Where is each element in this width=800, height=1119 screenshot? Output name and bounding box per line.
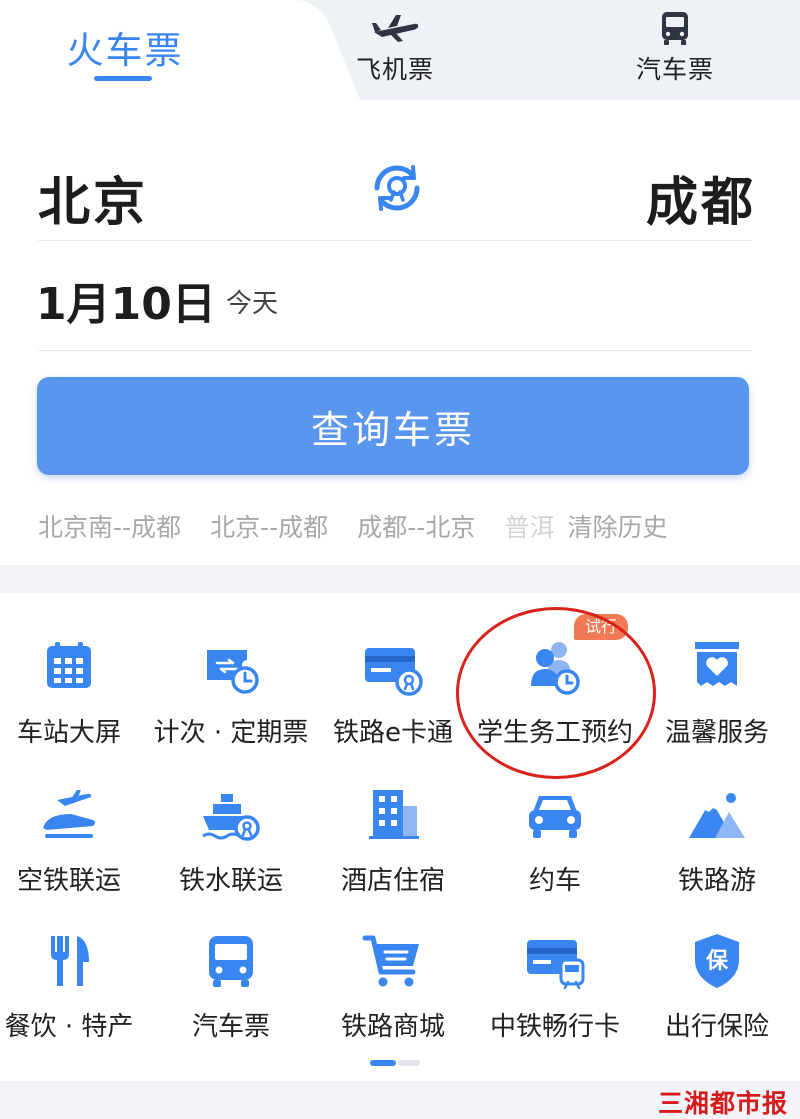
service-label: 约车	[528, 866, 581, 896]
service-car-hailing[interactable]: 约车	[475, 784, 635, 914]
tab-plane-ticket[interactable]: 飞机票	[330, 0, 460, 100]
service-rail-tour[interactable]: 铁路游	[637, 784, 797, 914]
service-label: 计次 · 定期票	[153, 718, 309, 748]
hotel-icon	[369, 790, 419, 839]
watermark-logo: 三湘都市报	[657, 1089, 788, 1118]
ticket-clock-icon	[207, 650, 259, 694]
shield-icon: 保	[695, 934, 739, 988]
ticket-type-tabbar: 火车票 飞机票 汽车票	[0, 0, 800, 100]
service-label: 餐饮 · 特产	[4, 1012, 134, 1042]
service-label: 车站大屏	[16, 718, 121, 748]
tab-bus-label: 汽车票	[635, 55, 714, 84]
ship-icon	[202, 794, 260, 841]
cart-icon	[362, 935, 419, 987]
page-dot-active	[370, 1060, 396, 1066]
active-tab-underline	[94, 76, 152, 81]
history-item[interactable]: 北京南--成都	[38, 513, 181, 542]
card-train-icon	[527, 940, 585, 990]
service-label: 空铁联运	[16, 866, 121, 896]
clear-history-button[interactable]: 清除历史	[568, 513, 668, 542]
service-label: 汽车票	[191, 1012, 270, 1042]
date-today-note: 今天	[226, 289, 279, 319]
grid-page-indicator	[370, 1060, 422, 1066]
plane-train-icon	[43, 790, 95, 838]
service-label: 中铁畅行卡	[489, 1012, 620, 1042]
fork-knife-icon	[51, 936, 89, 986]
section-gap	[0, 565, 800, 593]
service-periodic-ticket[interactable]: 计次 · 定期票	[151, 636, 311, 766]
service-rail-mall[interactable]: 铁路商城	[313, 930, 473, 1060]
service-hotel[interactable]: 酒店住宿	[313, 784, 473, 914]
swap-stations-icon[interactable]	[367, 158, 427, 218]
page-dot	[398, 1060, 420, 1066]
service-station-screen[interactable]: 车站大屏	[0, 636, 149, 766]
service-dining[interactable]: 餐饮 · 特产	[0, 930, 149, 1060]
service-air-rail[interactable]: 空铁联运	[0, 784, 149, 914]
divider	[38, 350, 752, 351]
history-item[interactable]: 成都--北京	[357, 513, 475, 542]
service-label: 铁路商城	[340, 1012, 445, 1042]
service-warm-service[interactable]: 温馨服务	[637, 636, 797, 766]
history-item[interactable]: 北京--成都	[210, 513, 328, 542]
arrival-city[interactable]: 成都	[646, 160, 756, 235]
heart-box-icon	[695, 642, 739, 686]
divider	[38, 240, 752, 241]
service-label: 酒店住宿	[340, 866, 445, 896]
mountain-icon	[689, 793, 745, 838]
service-label: 出行保险	[664, 1012, 769, 1042]
service-label: 温馨服务	[664, 718, 769, 748]
history-item[interactable]: 普洱	[504, 513, 554, 542]
tab-bus-ticket[interactable]: 汽车票	[610, 0, 740, 100]
service-label: 铁路e卡通	[333, 718, 453, 748]
search-tickets-button[interactable]: 查询车票	[37, 377, 749, 475]
service-travel-insurance[interactable]: 保 出行保险	[637, 930, 797, 1060]
bus-icon	[662, 12, 688, 45]
car-icon	[529, 796, 581, 838]
highlight-circle	[456, 607, 656, 779]
tab-train-ticket[interactable]: 火车票	[40, 0, 210, 100]
service-bus-ticket[interactable]: 汽车票	[151, 930, 311, 1060]
service-label: 铁水联运	[178, 866, 283, 896]
calendar-board-icon	[47, 642, 91, 688]
bus-icon	[209, 936, 253, 987]
svg-text:保: 保	[705, 949, 729, 974]
travel-date[interactable]: 1月10日	[36, 268, 216, 332]
service-crcard[interactable]: 中铁畅行卡	[475, 930, 635, 1060]
service-railway-ecard[interactable]: 铁路e卡通	[313, 636, 473, 766]
service-rail-water[interactable]: 铁水联运	[151, 784, 311, 914]
tab-plane-label: 飞机票	[355, 55, 434, 84]
departure-city[interactable]: 北京	[38, 160, 148, 235]
service-label: 铁路游	[677, 866, 756, 896]
airplane-icon	[372, 15, 419, 42]
railway-card-icon	[365, 648, 423, 696]
search-history: 北京南--成都 北京--成都 成都--北京 普洱 清除历史	[38, 508, 768, 544]
tab-train-label: 火车票	[66, 29, 184, 72]
